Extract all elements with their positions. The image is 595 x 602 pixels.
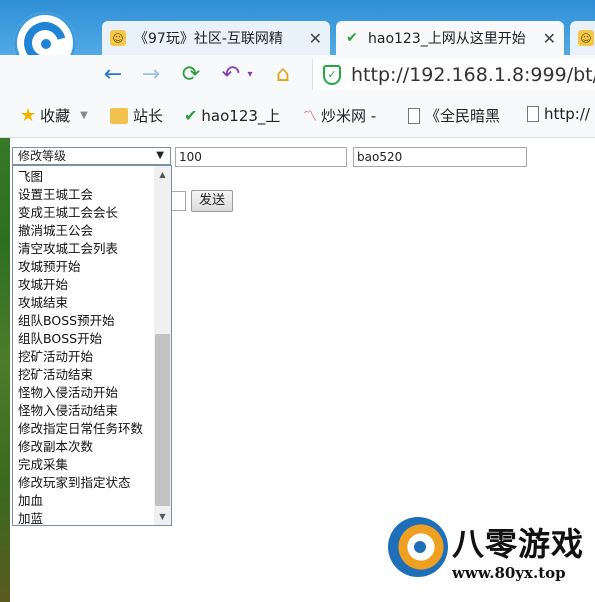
logo-dot bbox=[41, 39, 51, 49]
extra-input[interactable] bbox=[170, 191, 186, 211]
bookmark-favorites[interactable]: ★ 收藏 ▼ bbox=[20, 105, 88, 126]
option-list: 飞图 设置王城工会 变成王城工会会长 撤消城王公会 清空攻城工会列表 攻城预开始 攻城开始攻… bbox=[13, 168, 156, 525]
tab-hao123[interactable]: ✔ hao123_上网从这里开始 ✕ bbox=[336, 21, 564, 55]
dropdown-option[interactable]: 变成王城工会会长 bbox=[13, 204, 156, 222]
bookmark-quanmin[interactable]: 《全民暗黑 bbox=[408, 105, 500, 126]
undo-icon[interactable]: ↶ bbox=[218, 61, 244, 87]
dropdown-option[interactable]: 组队BOSS预开始 bbox=[13, 312, 156, 330]
logo-dot bbox=[414, 541, 426, 553]
address-text: http://192.168.1.8:999/bt/ bbox=[351, 63, 595, 86]
folder-icon bbox=[110, 107, 128, 124]
face-icon: ☺ bbox=[578, 30, 594, 46]
dropdown-option[interactable]: 修改副本次数 bbox=[13, 438, 156, 456]
bookmark-label: http:// bbox=[544, 105, 590, 123]
chevron-down-icon: ▼ bbox=[80, 110, 88, 121]
tab-partial[interactable]: ☺ bbox=[570, 21, 595, 55]
bookmark-label: 《全民暗黑 bbox=[425, 107, 501, 125]
forward-icon[interactable]: → bbox=[138, 61, 164, 87]
document-icon bbox=[408, 107, 420, 124]
dropdown-option[interactable]: 挖矿活动开始 bbox=[13, 348, 156, 366]
dropdown-option[interactable]: 挖矿活动结束 bbox=[13, 366, 156, 384]
dropdown-option[interactable]: 设置王城工会 bbox=[13, 186, 156, 204]
close-icon[interactable]: ✕ bbox=[543, 29, 556, 48]
dropdown-option[interactable]: 加血 bbox=[13, 492, 156, 510]
scrollbar[interactable]: ▲ ▼ bbox=[154, 166, 171, 525]
dropdown-option[interactable]: 加蓝 bbox=[13, 510, 156, 525]
bookmark-label: 炒米网 - bbox=[321, 107, 377, 125]
hao123-icon: ✔ bbox=[184, 106, 198, 125]
browser-toolbar: ← → ⟳ ↶ ▾ ⌂ ✓ http://192.168.1.8:999/bt/ bbox=[0, 55, 595, 95]
bookmark-label: 站长 bbox=[133, 107, 164, 125]
dropdown-option[interactable]: 攻城结束 bbox=[13, 294, 156, 312]
watermark: 八零游戏 www.80yx.top bbox=[380, 505, 595, 602]
tab-97wan[interactable]: ☺ 《97玩》社区-互联网精 ✕ bbox=[102, 21, 330, 55]
tab-label: hao123_上网从这里开始 bbox=[368, 31, 526, 47]
command-select[interactable]: 修改等级 ▼ bbox=[12, 147, 171, 165]
hao123-icon: ✔ bbox=[346, 30, 358, 46]
bookmark-label: hao123_上 bbox=[201, 107, 281, 125]
dropdown-option[interactable]: 怪物入侵活动结束 bbox=[13, 402, 156, 420]
bookmark-label: 收藏 bbox=[40, 107, 71, 125]
document-icon bbox=[527, 106, 539, 122]
dropdown-option[interactable]: 组队BOSS开始 bbox=[13, 330, 156, 348]
close-icon[interactable]: ✕ bbox=[309, 29, 322, 48]
watermark-logo bbox=[388, 517, 448, 577]
dropdown-option[interactable]: 完成采集 bbox=[13, 456, 156, 474]
dropdown-option[interactable]: 攻城预开始 bbox=[13, 258, 156, 276]
select-dropdown[interactable]: 飞图 设置王城工会 变成王城工会会长 撤消城王公会 清空攻城工会列表 攻城预开始 攻城开始攻… bbox=[12, 165, 172, 526]
dropdown-option[interactable]: 攻城开始 bbox=[13, 276, 156, 294]
dropdown-option[interactable]: 清空攻城工会列表 bbox=[13, 240, 156, 258]
chevron-down-icon[interactable]: ▾ bbox=[244, 61, 256, 87]
scrollbar-thumb[interactable] bbox=[155, 334, 170, 506]
bookmark-webmaster[interactable]: 站长 bbox=[110, 105, 163, 126]
tab-label: 《97玩》社区-互联网精 bbox=[134, 31, 283, 47]
amount-input[interactable]: 100 bbox=[175, 147, 347, 167]
dropdown-option[interactable]: 修改指定日常任务环数 bbox=[13, 420, 156, 438]
bookmark-http[interactable]: http:// bbox=[527, 105, 590, 123]
account-input[interactable]: bao520 bbox=[353, 147, 527, 167]
dropdown-option[interactable]: 怪物入侵活动开始 bbox=[13, 384, 156, 402]
star-icon: ★ bbox=[20, 105, 37, 126]
reload-icon[interactable]: ⟳ bbox=[178, 61, 204, 87]
send-button[interactable]: 发送 bbox=[191, 190, 233, 212]
back-icon[interactable]: ← bbox=[100, 61, 126, 87]
address-bar[interactable]: ✓ http://192.168.1.8:999/bt/ bbox=[312, 59, 595, 90]
home-icon[interactable]: ⌂ bbox=[270, 61, 296, 87]
chevron-down-icon: ▼ bbox=[156, 150, 164, 161]
chart-icon: 〽 bbox=[303, 108, 317, 125]
watermark-title: 八零游戏 bbox=[452, 525, 585, 563]
dropdown-option[interactable]: 撤消城王公会 bbox=[13, 222, 156, 240]
bookmark-hao123[interactable]: ✔ hao123_上 bbox=[184, 105, 280, 126]
dropdown-option[interactable]: 飞图 bbox=[13, 168, 156, 186]
select-value: 修改等级 bbox=[18, 149, 67, 163]
bookmarks-bar: ★ 收藏 ▼ 站长 ✔ hao123_上 〽 炒米网 - 《全民暗黑 http:… bbox=[0, 95, 595, 138]
shield-icon: ✓ bbox=[323, 64, 341, 85]
bookmark-chaomi[interactable]: 〽 炒米网 - bbox=[303, 105, 376, 126]
face-icon: ☺ bbox=[110, 30, 126, 46]
scroll-up-icon[interactable]: ▲ bbox=[154, 166, 171, 183]
browser-tabbar: ☺ 《97玩》社区-互联网精 ✕ ✔ hao123_上网从这里开始 ✕ ☺ bbox=[0, 0, 595, 55]
scroll-down-icon[interactable]: ▼ bbox=[154, 508, 171, 525]
dropdown-option[interactable]: 修改玩家到指定状态 bbox=[13, 474, 156, 492]
watermark-url: www.80yx.top bbox=[452, 564, 566, 582]
